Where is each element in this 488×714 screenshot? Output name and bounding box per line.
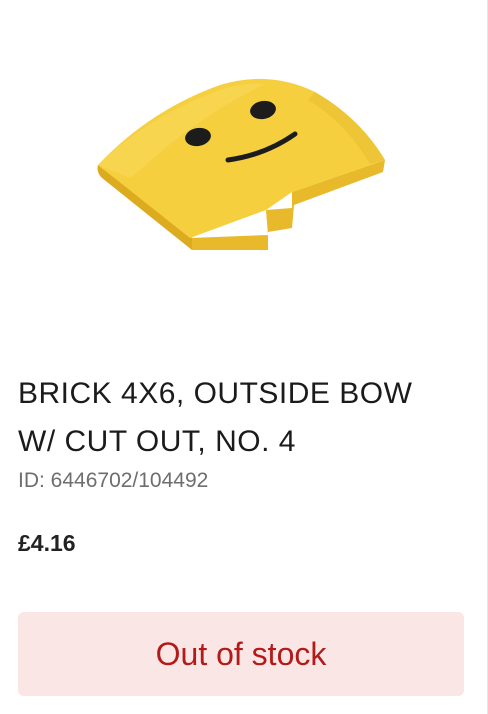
product-price: £4.16 (18, 530, 76, 556)
product-title[interactable]: BRICK 4X6, OUTSIDE BOW W/ CUT OUT, NO. 4 (18, 370, 458, 466)
product-id: ID: 6446702/104492 (18, 469, 209, 492)
product-image[interactable] (80, 60, 400, 270)
product-card: BRICK 4X6, OUTSIDE BOW W/ CUT OUT, NO. 4… (0, 0, 488, 714)
brick-smiley-icon (97, 78, 385, 250)
out-of-stock-button[interactable]: Out of stock (18, 612, 464, 696)
out-of-stock-label: Out of stock (155, 635, 327, 672)
